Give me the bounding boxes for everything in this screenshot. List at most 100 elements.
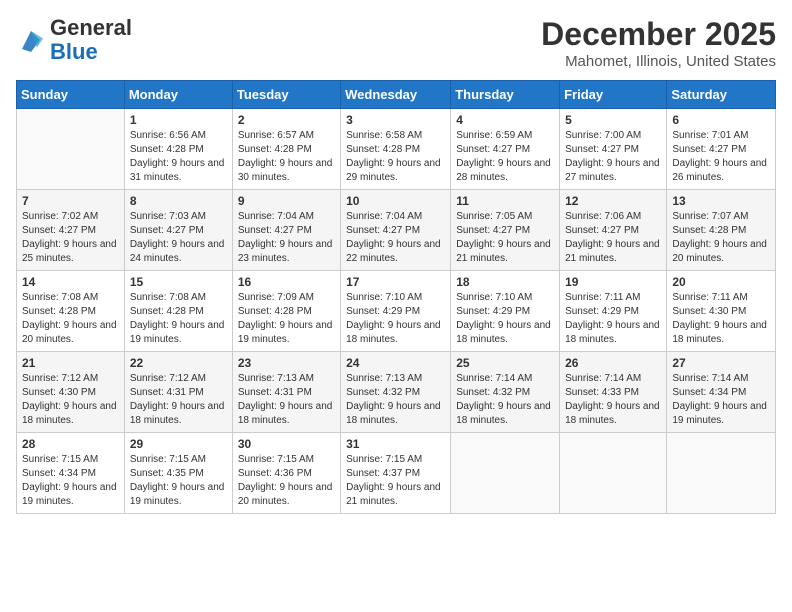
day-number: 30 xyxy=(238,437,335,451)
calendar-cell: 9 Sunrise: 7:04 AMSunset: 4:27 PMDaylight… xyxy=(232,190,340,271)
day-info: Sunrise: 6:59 AMSunset: 4:27 PMDaylight:… xyxy=(456,129,554,185)
col-thursday: Thursday xyxy=(451,81,560,109)
day-number: 15 xyxy=(130,275,227,289)
day-number: 20 xyxy=(672,275,770,289)
day-number: 29 xyxy=(130,437,227,451)
day-number: 10 xyxy=(346,194,445,208)
calendar-cell: 27 Sunrise: 7:14 AMSunset: 4:34 PMDayligh… xyxy=(667,352,776,433)
calendar-cell: 4 Sunrise: 6:59 AMSunset: 4:27 PMDaylight… xyxy=(451,109,560,190)
logo: General Blue xyxy=(16,16,132,64)
day-number: 5 xyxy=(565,113,661,127)
calendar-cell: 13 Sunrise: 7:07 AMSunset: 4:28 PMDayligh… xyxy=(667,190,776,271)
calendar-cell: 12 Sunrise: 7:06 AMSunset: 4:27 PMDayligh… xyxy=(560,190,667,271)
day-number: 19 xyxy=(565,275,661,289)
day-number: 7 xyxy=(22,194,119,208)
day-info: Sunrise: 7:09 AMSunset: 4:28 PMDaylight:… xyxy=(238,291,335,347)
month-year-title: December 2025 xyxy=(541,16,776,53)
day-number: 16 xyxy=(238,275,335,289)
calendar-week-row: 1Sunrise: 6:56 AMSunset: 4:28 PMDaylight… xyxy=(17,109,776,190)
day-number: 4 xyxy=(456,113,554,127)
day-info: Sunrise: 7:13 AMSunset: 4:32 PMDaylight:… xyxy=(346,372,445,428)
calendar-week-row: 21Sunrise: 7:12 AMSunset: 4:30 PMDayligh… xyxy=(17,352,776,433)
day-info: Sunrise: 7:04 AMSunset: 4:27 PMDaylight:… xyxy=(238,210,335,266)
day-info: Sunrise: 7:14 AMSunset: 4:34 PMDaylight:… xyxy=(672,372,770,428)
day-number: 24 xyxy=(346,356,445,370)
day-info: Sunrise: 7:05 AMSunset: 4:27 PMDaylight:… xyxy=(456,210,554,266)
calendar-cell xyxy=(17,109,125,190)
calendar-cell: 17 Sunrise: 7:10 AMSunset: 4:29 PMDayligh… xyxy=(341,271,451,352)
day-info: Sunrise: 7:12 AMSunset: 4:30 PMDaylight:… xyxy=(22,372,119,428)
day-info: Sunrise: 7:11 AMSunset: 4:30 PMDaylight:… xyxy=(672,291,770,347)
calendar-cell: 30 Sunrise: 7:15 AMSunset: 4:36 PMDayligh… xyxy=(232,433,340,514)
calendar-cell: 5 Sunrise: 7:00 AMSunset: 4:27 PMDaylight… xyxy=(560,109,667,190)
calendar-cell: 31 Sunrise: 7:15 AMSunset: 4:37 PMDayligh… xyxy=(341,433,451,514)
day-number: 9 xyxy=(238,194,335,208)
day-info: Sunrise: 7:13 AMSunset: 4:31 PMDaylight:… xyxy=(238,372,335,428)
calendar-cell: 26Sunrise: 7:14 AMSunset: 4:33 PMDayligh… xyxy=(560,352,667,433)
day-number: 17 xyxy=(346,275,445,289)
day-number: 28 xyxy=(22,437,119,451)
calendar-body: 1Sunrise: 6:56 AMSunset: 4:28 PMDaylight… xyxy=(17,109,776,514)
day-number: 25 xyxy=(456,356,554,370)
day-number: 22 xyxy=(130,356,227,370)
col-sunday: Sunday xyxy=(17,81,125,109)
day-number: 27 xyxy=(672,356,770,370)
day-info: Sunrise: 7:15 AMSunset: 4:36 PMDaylight:… xyxy=(238,453,335,509)
day-info: Sunrise: 7:07 AMSunset: 4:28 PMDaylight:… xyxy=(672,210,770,266)
calendar-cell: 1Sunrise: 6:56 AMSunset: 4:28 PMDaylight… xyxy=(124,109,232,190)
calendar-cell: 21Sunrise: 7:12 AMSunset: 4:30 PMDayligh… xyxy=(17,352,125,433)
calendar-cell: 20 Sunrise: 7:11 AMSunset: 4:30 PMDayligh… xyxy=(667,271,776,352)
col-friday: Friday xyxy=(560,81,667,109)
day-number: 2 xyxy=(238,113,335,127)
calendar-cell: 10 Sunrise: 7:04 AMSunset: 4:27 PMDayligh… xyxy=(341,190,451,271)
day-info: Sunrise: 7:06 AMSunset: 4:27 PMDaylight:… xyxy=(565,210,661,266)
day-info: Sunrise: 7:14 AMSunset: 4:32 PMDaylight:… xyxy=(456,372,554,428)
calendar-cell xyxy=(667,433,776,514)
day-info: Sunrise: 7:10 AMSunset: 4:29 PMDaylight:… xyxy=(456,291,554,347)
day-number: 23 xyxy=(238,356,335,370)
day-info: Sunrise: 7:15 AMSunset: 4:37 PMDaylight:… xyxy=(346,453,445,509)
calendar-cell: 8Sunrise: 7:03 AMSunset: 4:27 PMDaylight… xyxy=(124,190,232,271)
day-number: 26 xyxy=(565,356,661,370)
calendar-cell: 22Sunrise: 7:12 AMSunset: 4:31 PMDayligh… xyxy=(124,352,232,433)
calendar-cell: 19 Sunrise: 7:11 AMSunset: 4:29 PMDayligh… xyxy=(560,271,667,352)
day-info: Sunrise: 6:58 AMSunset: 4:28 PMDaylight:… xyxy=(346,129,445,185)
calendar-cell xyxy=(451,433,560,514)
col-wednesday: Wednesday xyxy=(341,81,451,109)
calendar-cell: 11 Sunrise: 7:05 AMSunset: 4:27 PMDayligh… xyxy=(451,190,560,271)
logo-blue-text: Blue xyxy=(50,40,132,64)
day-info: Sunrise: 7:00 AMSunset: 4:27 PMDaylight:… xyxy=(565,129,661,185)
calendar-cell: 7 Sunrise: 7:02 AMSunset: 4:27 PMDaylight… xyxy=(17,190,125,271)
day-info: Sunrise: 7:04 AMSunset: 4:27 PMDaylight:… xyxy=(346,210,445,266)
calendar-cell: 16 Sunrise: 7:09 AMSunset: 4:28 PMDayligh… xyxy=(232,271,340,352)
col-tuesday: Tuesday xyxy=(232,81,340,109)
day-number: 31 xyxy=(346,437,445,451)
day-number: 11 xyxy=(456,194,554,208)
day-info: Sunrise: 7:03 AMSunset: 4:27 PMDaylight:… xyxy=(130,210,227,266)
day-number: 12 xyxy=(565,194,661,208)
col-saturday: Saturday xyxy=(667,81,776,109)
calendar-cell: 15Sunrise: 7:08 AMSunset: 4:28 PMDayligh… xyxy=(124,271,232,352)
calendar-week-row: 7 Sunrise: 7:02 AMSunset: 4:27 PMDaylight… xyxy=(17,190,776,271)
day-number: 13 xyxy=(672,194,770,208)
day-info: Sunrise: 7:02 AMSunset: 4:27 PMDaylight:… xyxy=(22,210,119,266)
calendar-cell: 25 Sunrise: 7:14 AMSunset: 4:32 PMDayligh… xyxy=(451,352,560,433)
weekday-row: Sunday Monday Tuesday Wednesday Thursday… xyxy=(17,81,776,109)
calendar-cell: 14Sunrise: 7:08 AMSunset: 4:28 PMDayligh… xyxy=(17,271,125,352)
day-number: 1 xyxy=(130,113,227,127)
calendar-cell: 3Sunrise: 6:58 AMSunset: 4:28 PMDaylight… xyxy=(341,109,451,190)
calendar-cell: 29 Sunrise: 7:15 AMSunset: 4:35 PMDayligh… xyxy=(124,433,232,514)
day-info: Sunrise: 7:10 AMSunset: 4:29 PMDaylight:… xyxy=(346,291,445,347)
logo-icon xyxy=(16,25,46,55)
day-number: 18 xyxy=(456,275,554,289)
day-info: Sunrise: 7:15 AMSunset: 4:34 PMDaylight:… xyxy=(22,453,119,509)
day-number: 14 xyxy=(22,275,119,289)
title-block: December 2025 Mahomet, Illinois, United … xyxy=(541,16,776,70)
day-info: Sunrise: 7:11 AMSunset: 4:29 PMDaylight:… xyxy=(565,291,661,347)
calendar-cell xyxy=(560,433,667,514)
location-subtitle: Mahomet, Illinois, United States xyxy=(541,53,776,70)
day-info: Sunrise: 7:15 AMSunset: 4:35 PMDaylight:… xyxy=(130,453,227,509)
calendar-week-row: 28 Sunrise: 7:15 AMSunset: 4:34 PMDayligh… xyxy=(17,433,776,514)
calendar-table: Sunday Monday Tuesday Wednesday Thursday… xyxy=(16,80,776,514)
col-monday: Monday xyxy=(124,81,232,109)
